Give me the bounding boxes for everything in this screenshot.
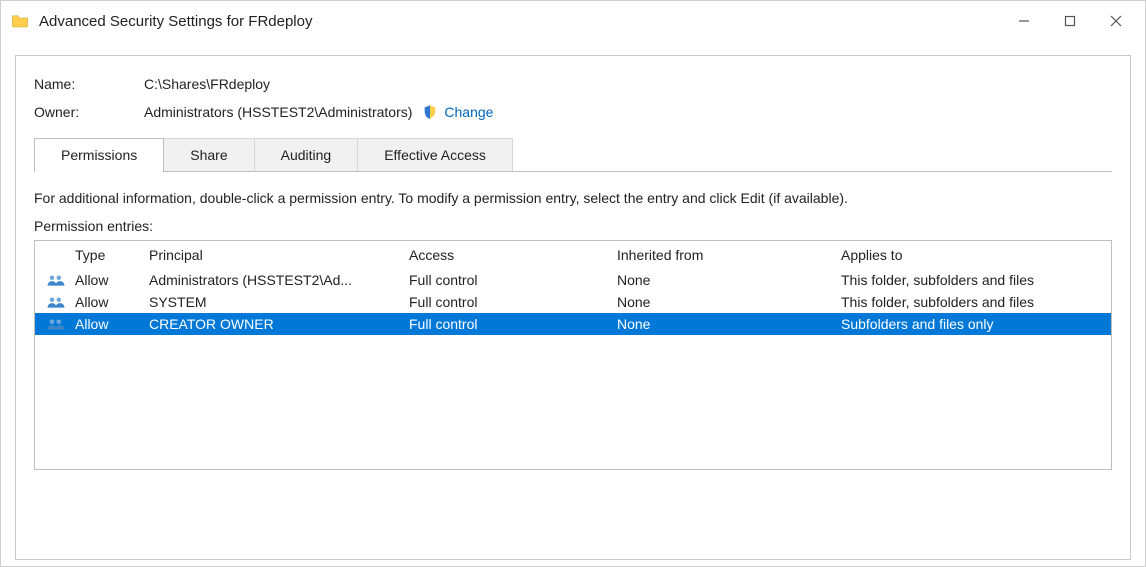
cell-access: Full control bbox=[403, 272, 611, 288]
tab-strip: Permissions Share Auditing Effective Acc… bbox=[34, 138, 1112, 172]
cell-type: Allow bbox=[69, 272, 143, 288]
col-access[interactable]: Access bbox=[403, 247, 611, 263]
col-inherited[interactable]: Inherited from bbox=[611, 247, 835, 263]
content-panel: Name: C:\Shares\FRdeploy Owner: Administ… bbox=[15, 55, 1131, 560]
col-type[interactable]: Type bbox=[69, 247, 143, 263]
col-principal[interactable]: Principal bbox=[143, 247, 403, 263]
tab-effective-access[interactable]: Effective Access bbox=[357, 138, 513, 171]
cell-principal: CREATOR OWNER bbox=[143, 316, 403, 332]
cell-inherited: None bbox=[611, 272, 835, 288]
close-button[interactable] bbox=[1093, 5, 1139, 37]
principal-icon bbox=[35, 295, 69, 309]
owner-value: Administrators (HSSTEST2\Administrators) bbox=[144, 104, 412, 120]
cell-inherited: None bbox=[611, 316, 835, 332]
folder-icon bbox=[11, 12, 29, 30]
table-row[interactable]: AllowAdministrators (HSSTEST2\Ad...Full … bbox=[35, 269, 1111, 291]
cell-access: Full control bbox=[403, 316, 611, 332]
description-text: For additional information, double-click… bbox=[34, 190, 1112, 206]
cell-type: Allow bbox=[69, 294, 143, 310]
maximize-button[interactable] bbox=[1047, 5, 1093, 37]
cell-type: Allow bbox=[69, 316, 143, 332]
cell-principal: Administrators (HSSTEST2\Ad... bbox=[143, 272, 403, 288]
permission-entries-table[interactable]: Type Principal Access Inherited from App… bbox=[34, 240, 1112, 470]
owner-label: Owner: bbox=[34, 104, 144, 120]
title-bar: Advanced Security Settings for FRdeploy bbox=[1, 1, 1145, 41]
change-label: Change bbox=[444, 104, 493, 120]
cell-inherited: None bbox=[611, 294, 835, 310]
table-row[interactable]: AllowSYSTEMFull controlNoneThis folder, … bbox=[35, 291, 1111, 313]
col-applies[interactable]: Applies to bbox=[835, 247, 1105, 263]
cell-applies: Subfolders and files only bbox=[835, 316, 1105, 332]
table-row[interactable]: AllowCREATOR OWNERFull controlNoneSubfol… bbox=[35, 313, 1111, 335]
minimize-button[interactable] bbox=[1001, 5, 1047, 37]
cell-access: Full control bbox=[403, 294, 611, 310]
entries-label: Permission entries: bbox=[34, 218, 1112, 234]
principal-icon bbox=[35, 317, 69, 331]
table-header: Type Principal Access Inherited from App… bbox=[35, 241, 1111, 269]
name-value: C:\Shares\FRdeploy bbox=[144, 76, 270, 92]
change-owner-link[interactable]: Change bbox=[422, 104, 493, 120]
tab-share[interactable]: Share bbox=[163, 138, 254, 171]
principal-icon bbox=[35, 273, 69, 287]
cell-applies: This folder, subfolders and files bbox=[835, 294, 1105, 310]
tab-permissions[interactable]: Permissions bbox=[34, 138, 164, 171]
shield-icon bbox=[422, 104, 438, 120]
window-title: Advanced Security Settings for FRdeploy bbox=[39, 13, 1001, 30]
name-label: Name: bbox=[34, 76, 144, 92]
tab-auditing[interactable]: Auditing bbox=[254, 138, 359, 171]
cell-principal: SYSTEM bbox=[143, 294, 403, 310]
cell-applies: This folder, subfolders and files bbox=[835, 272, 1105, 288]
